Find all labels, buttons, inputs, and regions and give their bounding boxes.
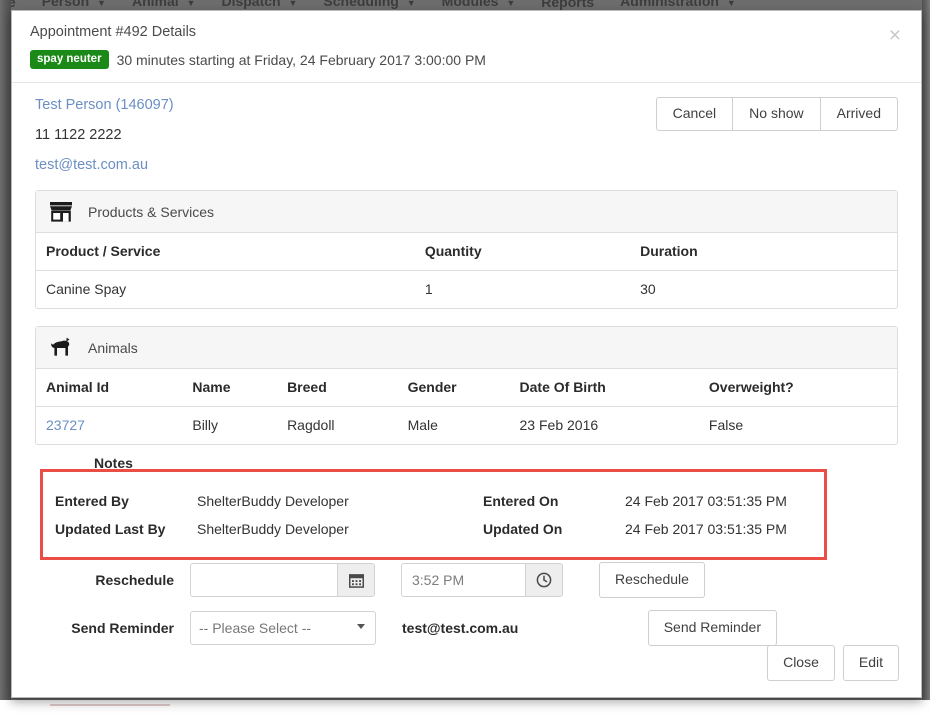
cell-gender: Male [407,417,438,433]
cancel-button[interactable]: Cancel [655,97,734,131]
modal-footer: Close Edit [12,631,921,697]
modal-subtitle-row: spay neuter 30 minutes starting at Frida… [30,50,905,69]
cell-dob: 23 Feb 2016 [519,417,599,433]
table-header-row: Product / Service Quantity Duration [36,233,897,271]
clock-icon[interactable] [525,563,563,597]
animals-panel: Animals Animal Id Name Breed Gender Date… [35,326,898,445]
dog-icon [48,336,74,360]
column-header-product: Product / Service [36,233,415,271]
audit-row-entered: Entered By ShelterBuddy Developer Entere… [55,492,815,511]
reschedule-time-group [401,563,563,597]
entered-by-label: Entered By [55,493,129,509]
products-services-title: Products & Services [88,203,215,220]
page-root: le Person ▼ Animal ▼ Dispatch ▼ Scheduli… [0,0,930,725]
reschedule-date-input[interactable] [190,563,337,597]
cell-breed: Ragdoll [287,417,335,433]
person-summary-row: Test Person (146097) 11 1122 2222 test@t… [35,97,898,173]
column-header-gender: Gender [397,369,510,407]
animal-id-link[interactable]: 23727 [46,417,85,433]
arrived-button[interactable]: Arrived [819,97,898,131]
nav-item-label: Dispatch [221,0,281,9]
nav-item-scheduling[interactable]: Scheduling ▼ [323,0,415,10]
modal-header: Appointment #492 Details spay neuter 30 … [12,11,921,83]
modal-backdrop-left [0,0,11,704]
reschedule-label: Reschedule [95,572,174,588]
nav-item-label: Modules [441,0,499,9]
column-header-name: Name [182,369,278,407]
reschedule-row: Reschedule 3:52 PM Reschedule [35,562,900,598]
person-info: Test Person (146097) 11 1122 2222 test@t… [35,97,174,173]
column-header-breed: Breed [277,369,398,407]
table-header-row: Animal Id Name Breed Gender Date Of Birt… [36,369,897,407]
appointment-details-modal: Appointment #492 Details spay neuter 30 … [11,10,922,698]
modal-body: Test Person (146097) 11 1122 2222 test@t… [12,83,921,445]
nav-item-dispatch[interactable]: Dispatch ▼ [221,0,297,10]
nav-item-administration[interactable]: Administration ▼ [620,0,736,10]
nav-item-label: Person [41,0,90,9]
nav-item-person[interactable]: Person ▼ [42,0,106,10]
person-email-link[interactable]: test@test.com.au [35,157,174,173]
nav-item-reports[interactable]: Reports [541,0,594,9]
chevron-down-icon: ▼ [288,0,298,8]
updated-by-value: ShelterBuddy Developer [197,521,349,537]
appointment-time-text: 30 minutes starting at Friday, 24 Februa… [116,51,486,68]
close-icon[interactable]: × [889,25,901,46]
cell-duration: 30 [640,281,656,297]
chevron-down-icon: ▼ [726,0,736,8]
updated-on-label: Updated On [483,521,563,537]
animals-table: Animal Id Name Breed Gender Date Of Birt… [36,369,897,444]
edit-button[interactable]: Edit [842,645,899,681]
store-icon [48,200,74,224]
nav-item-label: Scheduling [323,0,399,9]
notes-label: Notes [94,455,133,471]
entered-on-label: Entered On [483,493,559,509]
person-phone: 11 1122 2222 [35,127,122,143]
column-header-duration: Duration [630,233,897,271]
nav-item-label: Animal [131,0,179,9]
cell-name: Billy [192,417,219,433]
calendar-icon[interactable] [337,563,375,597]
cell-overweight: False [708,417,744,433]
products-services-table: Product / Service Quantity Duration Cani… [36,233,897,308]
no-show-button[interactable]: No show [732,97,821,131]
updated-by-label: Updated Last By [55,521,166,537]
modal-backdrop-right [922,0,930,704]
chevron-down-icon: ▼ [406,0,416,8]
background-decoration [50,704,170,706]
animals-title: Animals [88,339,138,356]
entered-on-value: 24 Feb 2017 03:51:35 PM [625,493,787,509]
column-header-quantity: Quantity [414,233,631,271]
nav-item-label: Reports [541,0,595,10]
chevron-down-icon: ▼ [186,0,196,8]
audit-row-updated: Updated Last By ShelterBuddy Developer U… [55,520,815,539]
audit-meta-grid: Entered By ShelterBuddy Developer Entere… [55,492,815,548]
chevron-down-icon: ▼ [97,0,106,8]
table-row: Canine Spay 1 30 [36,271,897,309]
nav-item-label: Administration [620,0,719,9]
nav-item-animal[interactable]: Animal ▼ [132,0,196,10]
cell-product: Canine Spay [46,281,127,297]
column-header-dob: Date Of Birth [509,369,699,407]
close-button[interactable]: Close [767,645,835,681]
table-row: 23727 Billy Ragdoll Male 23 Feb 2016 Fal… [36,407,897,445]
appointment-status-button-group: Cancel No show Arrived [655,97,898,131]
reschedule-time-input[interactable] [401,563,525,597]
updated-on-value: 24 Feb 2017 03:51:35 PM [625,521,787,537]
products-services-panel: Products & Services Product / Service Qu… [35,190,898,309]
cell-animal-id: 23727 [36,407,182,445]
reschedule-button[interactable]: Reschedule [599,562,705,598]
entered-by-value: ShelterBuddy Developer [197,493,349,509]
cell-quantity: 1 [424,281,433,297]
column-header-overweight: Overweight? [698,369,897,407]
chevron-down-icon: ▼ [506,0,516,8]
nav-item-modules[interactable]: Modules ▼ [442,0,516,10]
animals-header: Animals [36,327,897,369]
page-title: Appointment #492 Details [30,24,197,40]
column-header-animal-id: Animal Id [36,369,183,407]
products-services-header: Products & Services [36,191,897,233]
status-badge: spay neuter [30,50,109,69]
person-name-link[interactable]: Test Person (146097) [35,97,174,113]
reschedule-date-group [190,563,375,597]
